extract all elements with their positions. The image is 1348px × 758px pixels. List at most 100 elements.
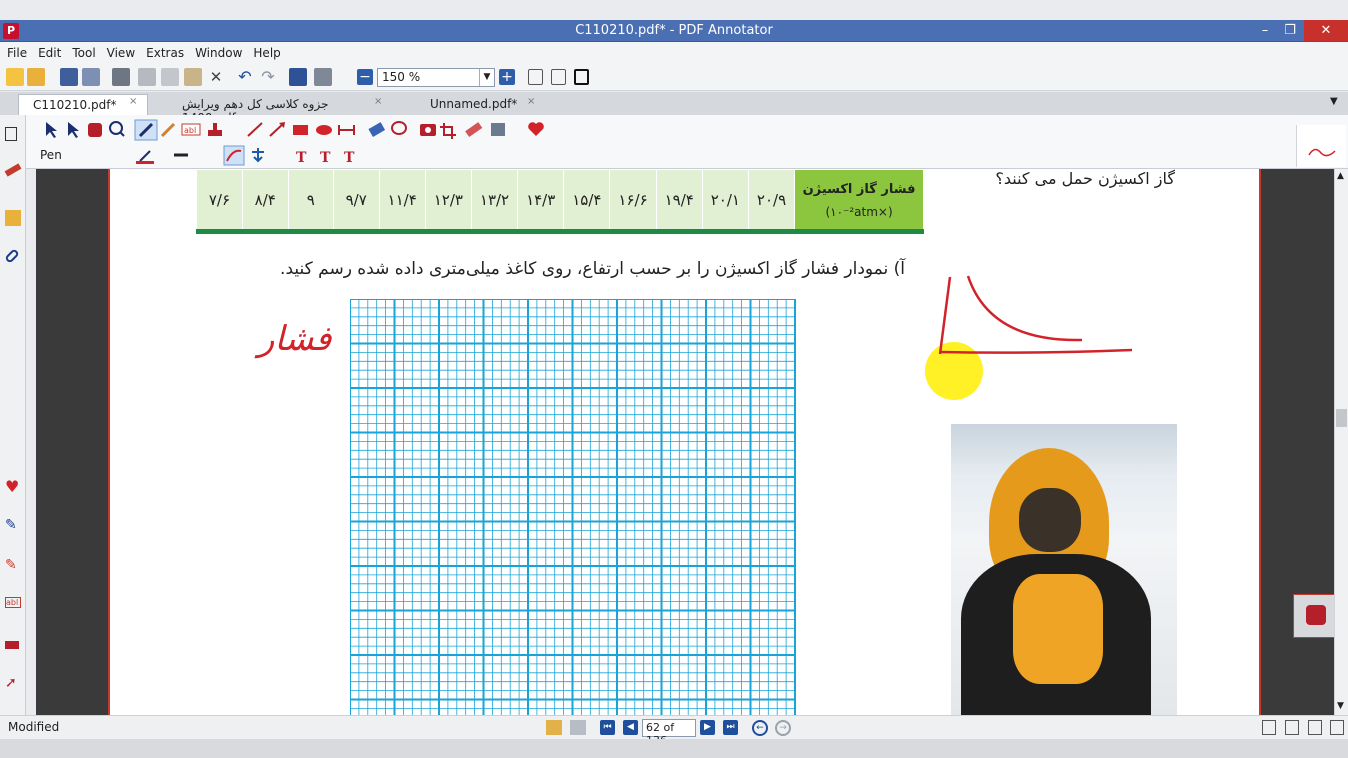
pen-tool-icon[interactable] [134, 119, 158, 141]
text-underline-icon[interactable]: T [320, 150, 331, 166]
last-page-icon[interactable]: ⏭ [723, 720, 738, 735]
rectangle-tool-icon[interactable] [293, 125, 308, 135]
measure-tool-icon[interactable] [338, 125, 355, 135]
tabs-dropdown-icon[interactable]: ▼ [1330, 96, 1338, 107]
page-number-input[interactable]: 62 of 136 [642, 719, 696, 747]
fit-page-icon[interactable] [528, 69, 543, 85]
insert-image-icon[interactable] [491, 123, 505, 136]
close-tab-icon[interactable]: × [129, 96, 137, 107]
text-style-icon[interactable]: T [296, 150, 307, 166]
zoom-in-icon[interactable]: + [499, 69, 515, 85]
back-icon[interactable]: ← [752, 720, 768, 736]
close-button[interactable]: ✕ [1304, 20, 1348, 41]
menu-window[interactable]: Window [188, 42, 246, 60]
arrow-favorite-icon[interactable]: ➚ [5, 675, 21, 691]
zoom-out-icon[interactable]: − [357, 69, 373, 85]
redo-icon[interactable]: ↷ [259, 68, 277, 86]
select-arrow-icon[interactable] [46, 122, 57, 138]
menu-extras[interactable]: Extras [139, 42, 188, 60]
first-page-icon[interactable]: ⏮ [600, 720, 615, 735]
two-page-view-icon[interactable] [1308, 720, 1322, 735]
stamp-icon[interactable] [208, 123, 222, 136]
fit-width-icon[interactable] [551, 69, 566, 85]
menu-help[interactable]: Help [246, 42, 284, 60]
menu-file[interactable]: File [0, 42, 31, 60]
forward-icon[interactable]: → [775, 720, 791, 736]
new-document-icon[interactable] [6, 68, 24, 86]
paste-icon[interactable] [184, 68, 202, 86]
text-box-icon[interactable]: abl [181, 123, 201, 136]
pen-color-icon[interactable] [136, 150, 154, 164]
marker-favorite-icon[interactable]: ✎ [5, 557, 21, 573]
cut-icon[interactable] [138, 68, 156, 86]
previous-document-icon[interactable] [546, 720, 562, 735]
zoom-select[interactable]: 150 % ▼ [377, 68, 495, 87]
ellipse-tool-icon[interactable] [316, 125, 332, 135]
camera-icon[interactable] [420, 124, 436, 136]
document-viewer[interactable]: فشار گاز اکسیژن (×۱۰⁻²atm) ۲۰/۹ ۲۰/۱ ۱۹/… [36, 169, 1334, 715]
marker-icon[interactable] [160, 122, 176, 138]
svg-text:T: T [344, 150, 355, 166]
marker-panel-icon[interactable] [4, 163, 22, 177]
ruler-icon[interactable] [465, 122, 483, 138]
next-document-icon[interactable] [570, 720, 586, 735]
close-tab-icon[interactable]: × [527, 96, 535, 107]
menu-bar: File Edit Tool View Extras Window Help [0, 42, 1348, 64]
current-tool-label: Pen [40, 148, 62, 162]
scroll-up-icon[interactable]: ▲ [1337, 171, 1344, 181]
page-layout-icon[interactable] [314, 68, 332, 86]
attachment-icon[interactable] [4, 248, 20, 264]
pen-preview [1296, 125, 1346, 167]
copy-icon[interactable] [161, 68, 179, 86]
undo-icon[interactable]: ↶ [236, 68, 254, 86]
two-page-continuous-icon[interactable] [1330, 720, 1344, 735]
pdf-page[interactable]: فشار گاز اکسیژن (×۱۰⁻²atm) ۲۰/۹ ۲۰/۱ ۱۹/… [108, 169, 1261, 715]
tab-class-notes[interactable]: جزوه کلاسی کل دهم ویرایش 1400.pdf [168, 94, 393, 125]
restore-button[interactable]: ❐ [1275, 20, 1305, 41]
full-screen-icon[interactable] [574, 69, 589, 85]
menu-edit[interactable]: Edit [31, 42, 65, 60]
find-icon[interactable] [289, 68, 307, 86]
title-bar: P C110210.pdf* - PDF Annotator – ❐ ✕ [0, 20, 1348, 42]
touch-mode-button[interactable] [1293, 594, 1339, 638]
stamp-favorite-icon[interactable] [5, 641, 19, 649]
lasso-icon[interactable] [391, 121, 407, 135]
favorites-heart-icon[interactable]: ♥ [5, 477, 21, 496]
arrow-tool-icon[interactable] [269, 122, 285, 137]
next-page-icon[interactable]: ▶ [700, 720, 715, 735]
prev-page-icon[interactable]: ◀ [623, 720, 638, 735]
favorites-icon[interactable] [528, 122, 544, 136]
crop-icon[interactable] [440, 123, 456, 139]
textbox-favorite-icon[interactable]: abl [5, 597, 21, 608]
left-sidebar: ♥ ✎ ✎ abl ➚ [0, 115, 26, 715]
print-icon[interactable] [112, 68, 130, 86]
select-text-icon[interactable] [68, 122, 79, 138]
line-tool-icon[interactable] [247, 122, 263, 137]
hand-tool-icon[interactable] [88, 123, 102, 137]
text-strike-icon[interactable]: T [344, 150, 355, 166]
folder-panel-icon[interactable] [5, 210, 21, 226]
save-as-icon[interactable] [82, 68, 100, 86]
instruction-text: آ) نمودار فشار گاز اکسیژن را بر حسب ارتف… [280, 259, 905, 279]
save-icon[interactable] [60, 68, 78, 86]
page-panel-icon[interactable] [5, 127, 17, 141]
close-tab-icon[interactable]: × [374, 96, 382, 107]
vertical-scrollbar[interactable]: ▲ ▼ [1334, 169, 1348, 715]
smooth-line-icon[interactable] [223, 145, 245, 166]
snap-icon[interactable] [252, 148, 264, 163]
zoom-tool-icon[interactable] [109, 121, 125, 137]
menu-view[interactable]: View [100, 42, 139, 60]
chevron-down-icon[interactable]: ▼ [479, 69, 494, 86]
menu-tool[interactable]: Tool [65, 42, 99, 60]
open-folder-icon[interactable] [27, 68, 45, 86]
delete-icon[interactable]: ✕ [207, 68, 225, 86]
continuous-view-icon[interactable] [1285, 720, 1299, 735]
table-cell: ۹/۷ [332, 169, 380, 231]
single-page-view-icon[interactable] [1262, 720, 1276, 735]
pen-favorite-icon[interactable]: ✎ [5, 517, 21, 533]
eraser-icon[interactable] [368, 122, 386, 137]
tab-label: C110210.pdf* [33, 98, 117, 112]
main-toolbar: ✕ ↶ ↷ − + [0, 64, 1348, 91]
scroll-down-icon[interactable]: ▼ [1337, 701, 1344, 711]
scroll-thumb[interactable] [1336, 409, 1347, 427]
